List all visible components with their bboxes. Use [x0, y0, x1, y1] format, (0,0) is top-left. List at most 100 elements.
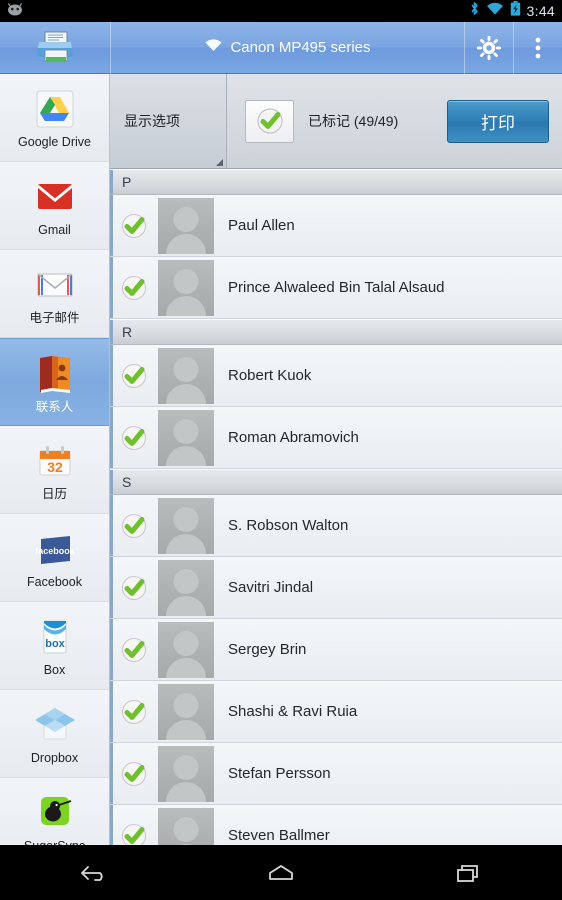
sidebar-item-label: Dropbox	[30, 751, 79, 766]
contact-checkbox[interactable]	[110, 759, 158, 789]
recents-icon	[457, 864, 479, 882]
green-check-icon	[121, 513, 147, 538]
contact-name: Stefan Persson	[228, 765, 331, 782]
contact-checkbox[interactable]	[110, 821, 158, 845]
green-check-icon	[121, 363, 147, 388]
contact-avatar	[158, 559, 214, 616]
contact-name: Prince Alwaleed Bin Talal Alsaud	[228, 279, 445, 296]
sidebar-item-label: Facebook	[27, 575, 82, 590]
dropbox-icon	[31, 701, 79, 749]
list-section-header: R	[110, 319, 562, 345]
contact-avatar	[158, 409, 214, 466]
nav-home-button[interactable]	[236, 845, 326, 900]
select-all-checkbox[interactable]	[245, 99, 294, 143]
status-bar: 3:44	[0, 0, 562, 22]
green-check-icon	[121, 699, 147, 724]
print-button-label: 打印	[481, 113, 515, 133]
overflow-menu-button[interactable]	[514, 22, 562, 74]
contact-name: S. Robson Walton	[228, 517, 349, 534]
gear-icon	[476, 35, 502, 60]
section-letter: S	[122, 474, 132, 490]
print-button[interactable]: 打印	[447, 99, 549, 143]
contact-row[interactable]: Roman Abramovich	[110, 407, 562, 469]
contact-checkbox[interactable]	[110, 361, 158, 391]
list-section-header: S	[110, 469, 562, 495]
contact-row[interactable]: Robert Kuok	[110, 345, 562, 407]
contact-row[interactable]: Sergey Brin	[110, 619, 562, 681]
contact-name: Savitri Jindal	[228, 579, 314, 596]
contact-avatar	[158, 745, 214, 802]
green-check-icon	[121, 823, 147, 845]
home-icon	[269, 864, 293, 880]
sidebar-item-label: 联系人	[35, 399, 74, 414]
green-check-icon	[121, 761, 147, 786]
app-sidebar[interactable]: Google Drive Gmail 电子邮件 联系人 32 日历 facebo…	[0, 74, 110, 845]
email-icon	[31, 261, 79, 309]
sidebar-item-label: Gmail	[38, 223, 71, 238]
contact-row[interactable]: Prince Alwaleed Bin Talal Alsaud	[110, 257, 562, 319]
sidebar-item-email[interactable]: 电子邮件	[0, 250, 109, 338]
marked-count-label: 已标记 (49/49)	[308, 113, 399, 129]
sidebar-item-label: Box	[43, 663, 66, 678]
contact-checkbox[interactable]	[110, 273, 158, 303]
facebook-icon: facebook	[31, 525, 79, 573]
green-check-icon	[121, 575, 147, 600]
contact-avatar	[158, 683, 214, 740]
sidebar-item-google-drive[interactable]: Google Drive	[0, 74, 109, 162]
contact-checkbox[interactable]	[110, 511, 158, 541]
android-head-icon	[6, 2, 24, 21]
contact-row[interactable]: Stefan Persson	[110, 743, 562, 805]
section-letter: P	[122, 174, 132, 190]
box-icon: box	[31, 613, 79, 661]
app-bar: Canon MP495 series	[0, 21, 562, 74]
list-section-header: P	[110, 169, 562, 195]
show-options-label: 显示选项	[124, 113, 180, 129]
settings-button[interactable]	[465, 22, 513, 74]
sidebar-item-dropbox[interactable]: Dropbox	[0, 690, 109, 778]
device-screen: 3:44 Canon MP495 series Google Drive Gma…	[0, 0, 562, 900]
svg-text:facebook: facebook	[35, 546, 76, 556]
contact-avatar	[158, 621, 214, 678]
wifi-icon	[486, 2, 504, 21]
contact-row[interactable]: Savitri Jindal	[110, 557, 562, 619]
contact-row[interactable]: Steven Ballmer	[110, 805, 562, 845]
contact-avatar	[158, 497, 214, 554]
sidebar-item-facebook[interactable]: facebook Facebook	[0, 514, 109, 602]
contact-checkbox[interactable]	[110, 635, 158, 665]
contact-name: Roman Abramovich	[228, 429, 359, 446]
green-check-icon	[256, 108, 283, 134]
section-letter: R	[122, 324, 133, 340]
sidebar-item-contacts[interactable]: 联系人	[0, 338, 109, 426]
nav-recents-button[interactable]	[423, 845, 513, 900]
google-drive-icon	[31, 85, 79, 133]
select-all-control[interactable]: 已标记 (49/49)	[227, 74, 447, 168]
calendar-icon: 32	[31, 437, 79, 485]
show-options-button[interactable]: 显示选项	[110, 74, 227, 168]
contact-checkbox[interactable]	[110, 211, 158, 241]
app-printer-logo	[0, 28, 110, 68]
battery-charging-icon	[510, 1, 521, 21]
bluetooth-icon	[469, 1, 480, 21]
sidebar-item-sugarsync[interactable]: SugarSync	[0, 778, 109, 845]
contact-checkbox[interactable]	[110, 573, 158, 603]
nav-back-button[interactable]	[49, 845, 139, 900]
printer-icon	[37, 31, 73, 61]
contact-row[interactable]: Shashi & Ravi Ruia	[110, 681, 562, 743]
sidebar-item-label: 日历	[41, 487, 67, 502]
calendar-day-number: 32	[47, 459, 63, 475]
status-bar-notifications	[0, 2, 469, 21]
sidebar-item-calendar[interactable]: 32 日历	[0, 426, 109, 514]
sidebar-item-gmail[interactable]: Gmail	[0, 162, 109, 250]
green-check-icon	[121, 637, 147, 662]
contact-checkbox[interactable]	[110, 423, 158, 453]
contact-avatar	[158, 347, 214, 404]
wifi-icon	[204, 38, 223, 58]
android-nav-bar	[0, 845, 562, 900]
printer-selector[interactable]: Canon MP495 series	[111, 22, 464, 74]
sidebar-item-box[interactable]: box Box	[0, 602, 109, 690]
contact-row[interactable]: Paul Allen	[110, 195, 562, 257]
contact-list[interactable]: P Paul Allen Prince Alwaleed Bin Talal A…	[110, 169, 562, 845]
contact-checkbox[interactable]	[110, 697, 158, 727]
contact-row[interactable]: S. Robson Walton	[110, 495, 562, 557]
sidebar-item-label: Google Drive	[18, 135, 91, 150]
